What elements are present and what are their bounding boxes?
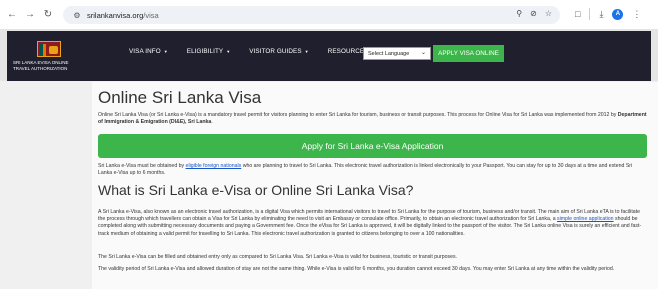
address-bar[interactable]: ⚙ srilankanvisa.org/visa ⚲ ⊘ ☆ [63,6,560,24]
browser-toolbar: ← → ↻ ⚙ srilankanvisa.org/visa ⚲ ⊘ ☆ □ ⤓… [0,0,658,30]
download-icon[interactable]: ⤓ [599,9,603,20]
menu-label: VISA INFO [129,48,161,55]
page-title: Online Sri Lanka Visa [98,88,262,107]
eligibility-text: Sri Lanka e-Visa must be obtained by [98,163,186,169]
navbar: SRI LANKA EVISA ONLINE TRAVEL AUTHORIZAT… [7,31,651,81]
back-arrow-icon[interactable]: ← [5,8,19,22]
menu-eligibility[interactable]: ELIGIBILITY ▼ [187,48,231,55]
intro-end: . [211,119,213,126]
extensions-icon[interactable]: □ [575,9,580,19]
sri-lanka-flag-logo[interactable] [37,41,61,57]
nav-buttons: ← → ↻ [5,8,55,22]
url-path: /visa [143,10,159,20]
menu-label: VISITOR GUIDES [249,48,302,55]
menu-visa-info[interactable]: VISA INFO ▼ [129,48,168,55]
intro-text: Online Sri Lanka Visa (or Sri Lanka e-Vi… [98,112,618,118]
eye-off-icon[interactable]: ⊘ [530,9,537,18]
validity-paragraph: The validity period of Sri Lanka e-Visa … [98,266,615,272]
section-heading: What is Sri Lanka e-Visa or Online Sri L… [98,182,414,198]
language-select-value: Select Language [368,50,410,57]
main-menu: VISA INFO ▼ ELIGIBILITY ▼ VISITOR GUIDES ▼ … [129,48,376,55]
url-text[interactable]: srilankanvisa.org/visa [87,11,159,20]
apply-visa-online-button[interactable]: APPLY VISA ONLINE [433,45,504,62]
brand-line-2: TRAVEL AUTHORIZATION [13,65,68,71]
site-info-icon[interactable]: ⚙ [72,10,82,20]
filling-paragraph: The Sri Lanka e-Visa can be filled and o… [98,254,457,260]
eligible-nationals-link[interactable]: eligible foreign nationals [186,163,242,169]
zoom-icon[interactable]: ⚲ [516,9,522,18]
profile-avatar[interactable]: A [612,8,624,20]
chevron-down-icon: ⌄ [420,50,426,56]
caret-down-icon: ▼ [304,49,309,54]
caret-down-icon: ▼ [163,49,168,54]
menu-kebab-icon[interactable]: ⋮ [632,9,641,20]
eligibility-paragraph: Sri Lanka e-Visa must be obtained by eli… [98,163,647,177]
menu-label: ELIGIBILITY [186,48,224,55]
reload-icon[interactable]: ↻ [41,8,55,22]
url-host: srilankanvisa.org [87,10,144,20]
intro-paragraph: Online Sri Lanka Visa (or Sri Lanka e-Vi… [98,112,647,126]
language-select[interactable]: Select Language ⌄ [363,47,431,60]
bookmark-star-icon[interactable]: ☆ [545,9,552,18]
online-application-link[interactable]: simple online application [557,216,614,222]
brand-text[interactable]: SRI LANKA EVISA ONLINE TRAVEL AUTHORIZAT… [13,60,123,71]
menu-visitor-guides[interactable]: VISITOR GUIDES ▼ [249,48,308,55]
site-header: SRI LANKA EVISA ONLINE TRAVEL AUTHORIZAT… [0,30,658,81]
apply-e-visa-button[interactable]: Apply for Sri Lanka e-Visa Application [98,134,647,158]
toolbar-divider [589,8,591,20]
caret-down-icon: ▼ [226,49,231,54]
forward-arrow-icon[interactable]: → [23,8,37,22]
what-is-paragraph: A Sri Lanka e-Visa, also known as an ele… [98,209,647,238]
